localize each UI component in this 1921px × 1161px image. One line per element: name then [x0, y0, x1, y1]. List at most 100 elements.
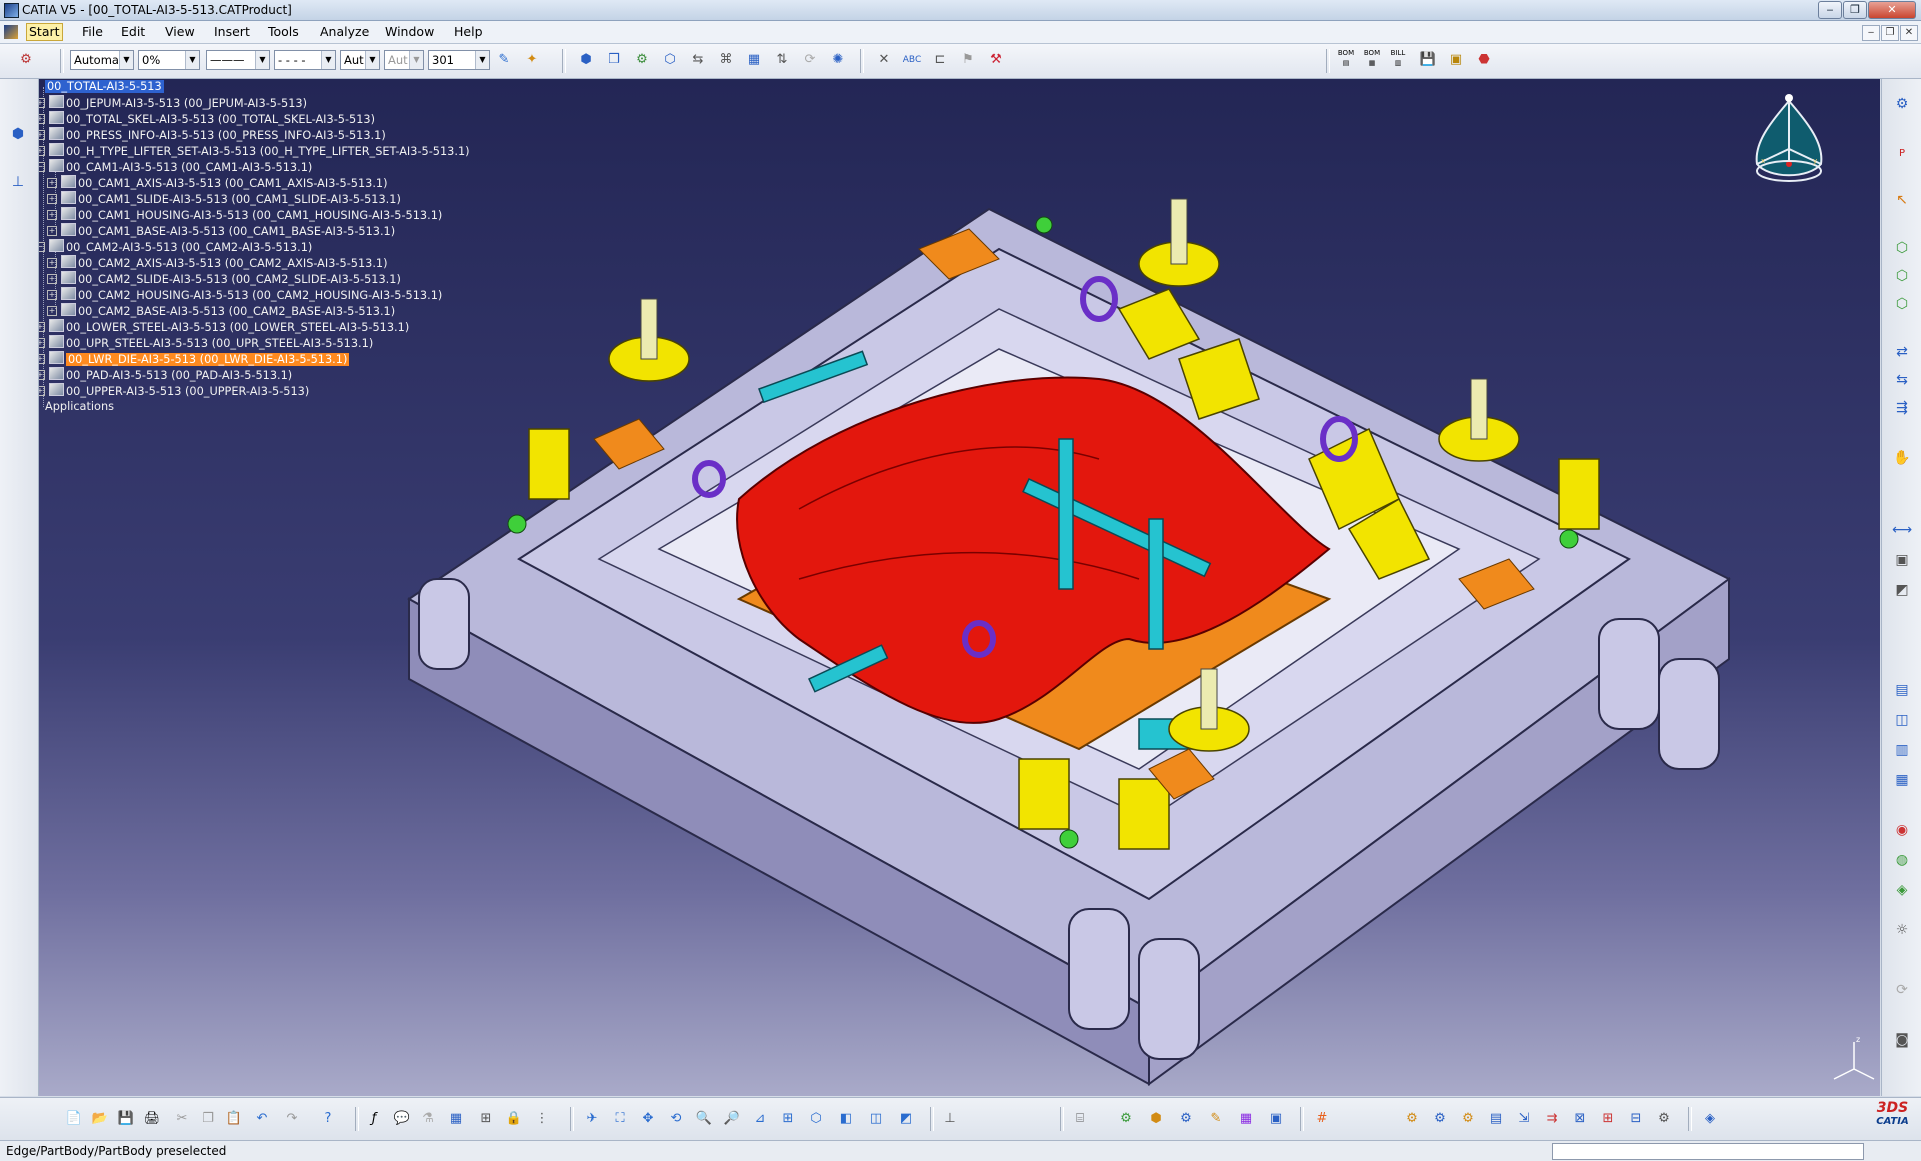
report-icon[interactable]: ▦ — [1891, 769, 1913, 791]
tree-node[interactable]: +00_CAM1_BASE-AI3-5-513 (00_CAM1_BASE-AI… — [47, 223, 395, 239]
expand-icon[interactable]: + — [39, 354, 45, 364]
restore-button[interactable]: ❐ — [1843, 1, 1867, 19]
color-combo[interactable]: Automa ▼ — [70, 50, 134, 70]
expand-icon[interactable]: + — [39, 146, 45, 156]
whats-this-icon[interactable]: ? — [318, 1109, 338, 1129]
expand-icon[interactable]: + — [39, 322, 45, 332]
offset-icon[interactable]: ⇲ — [1514, 1109, 1534, 1129]
new-icon[interactable]: 📄 — [64, 1109, 84, 1129]
linetype-combo[interactable]: ——— ▼ — [206, 50, 270, 70]
measure-icon[interactable]: ✕ — [874, 50, 894, 70]
grid-icon[interactable]: ⊥ — [940, 1109, 960, 1129]
expand-icon[interactable]: + — [39, 338, 45, 348]
menu-file[interactable]: File — [80, 24, 105, 40]
pattern-icon[interactable]: ▦ — [1236, 1109, 1256, 1129]
tree-node-highlighted[interactable]: +00_LWR_DIE-AI3-5-513 (00_LWR_DIE-AI3-5-… — [39, 351, 350, 367]
tree-node[interactable]: +00_UPR_STEEL-AI3-5-513 (00_UPR_STEEL-AI… — [39, 335, 373, 351]
analysis-icon[interactable]: ▣ — [1266, 1109, 1286, 1129]
quick-constraint-icon[interactable]: ⊞ — [1598, 1109, 1618, 1129]
minimize-button[interactable]: ‒ — [1818, 1, 1842, 19]
expand-icon[interactable]: + — [47, 178, 57, 188]
update-icon[interactable]: ⚙ — [1176, 1109, 1196, 1129]
number-combo[interactable]: 301 ▼ — [428, 50, 490, 70]
save-icon[interactable]: 💾 — [116, 1109, 136, 1129]
tree-node[interactable]: +00_UPPER-AI3-5-513 (00_UPPER-AI3-5-513) — [39, 383, 309, 399]
constraint-icon[interactable]: ⚙ — [1402, 1109, 1422, 1129]
compass-icon[interactable]: x y — [1739, 89, 1839, 199]
clash-icon[interactable]: ▣ — [1891, 549, 1913, 571]
pan-icon[interactable]: ✥ — [638, 1109, 658, 1129]
swap-visible-icon[interactable]: ◩ — [896, 1109, 916, 1129]
component-icon[interactable]: ⚙ — [632, 50, 652, 70]
distance-icon[interactable]: ⟷ — [1891, 519, 1913, 541]
catia-app-icon[interactable] — [4, 3, 19, 18]
menu-view[interactable]: View — [163, 24, 197, 40]
tree-node[interactable]: +00_LOWER_STEEL-AI3-5-513 (00_LOWER_STEE… — [39, 319, 409, 335]
expand-icon[interactable]: + — [47, 290, 57, 300]
table-icon[interactable]: ▦ — [446, 1109, 466, 1129]
component-icon[interactable]: ⚙ — [1891, 93, 1913, 115]
material-icon[interactable]: ◍ — [1891, 849, 1913, 871]
tree-node[interactable]: +00_CAM1_SLIDE-AI3-5-513 (00_CAM1_SLIDE-… — [47, 191, 401, 207]
hang-icon[interactable]: ⊥ — [7, 171, 29, 193]
explode-icon[interactable]: ⇶ — [1891, 397, 1913, 419]
collapse-icon[interactable]: − — [39, 162, 45, 172]
tree-node[interactable]: +00_PAD-AI3-5-513 (00_PAD-AI3-5-513.1) — [39, 367, 292, 383]
tree-node[interactable]: +00_CAM2_HOUSING-AI3-5-513 (00_CAM2_HOUS… — [47, 287, 442, 303]
expand-icon[interactable]: + — [47, 226, 57, 236]
layer2-combo[interactable]: Aut ▼ — [384, 50, 424, 70]
undo-icon[interactable]: ↶ — [252, 1109, 272, 1129]
menu-analyze[interactable]: Analyze — [318, 24, 371, 40]
section-icon[interactable]: ◩ — [1891, 579, 1913, 601]
expand-icon[interactable]: + — [39, 98, 45, 108]
fix-together-icon[interactable]: ⊠ — [1570, 1109, 1590, 1129]
redo-icon[interactable]: ↷ — [282, 1109, 302, 1129]
tree-node[interactable]: +00_CAM1_HOUSING-AI3-5-513 (00_CAM1_HOUS… — [47, 207, 442, 223]
rule-icon[interactable]: ⚗ — [418, 1109, 438, 1129]
save-icon[interactable]: 💾 — [1418, 50, 1438, 70]
flexible-rigid-icon[interactable]: ⊟ — [1626, 1109, 1646, 1129]
print-icon[interactable]: 🖨 — [142, 1109, 162, 1129]
publication-icon[interactable]: ▥ — [1891, 739, 1913, 761]
camera-icon[interactable]: ◙ — [1891, 1029, 1913, 1051]
add-constraint-icon[interactable]: ⬡ — [1891, 265, 1913, 287]
bom-table-icon[interactable]: BOM ▦ — [1362, 48, 1382, 68]
bom-icon[interactable]: BOM ▤ — [1336, 48, 1356, 68]
iso-view-icon[interactable]: ⬡ — [806, 1109, 826, 1129]
rotate-icon[interactable]: ⟲ — [666, 1109, 686, 1129]
multi-instantiation-icon[interactable]: ✺ — [828, 50, 848, 70]
tree-node[interactable]: +00_TOTAL_SKEL-AI3-5-513 (00_TOTAL_SKEL-… — [39, 111, 375, 127]
doc-close-button[interactable]: ✕ — [1900, 25, 1918, 41]
product-icon[interactable]: ⬢ — [576, 50, 596, 70]
annotation-icon[interactable]: ⊏ — [930, 50, 950, 70]
cut-icon[interactable]: ✂ — [172, 1109, 192, 1129]
part-icon[interactable]: ❒ — [604, 50, 624, 70]
tree-node[interactable]: − 00_CAM2-AI3-5-513 (00_CAM2-AI3-5-513.1) — [39, 239, 312, 255]
load-icon[interactable]: ⇅ — [772, 50, 792, 70]
scene-icon[interactable]: ▤ — [1891, 679, 1913, 701]
paint-brush-icon[interactable]: ✎ — [494, 50, 514, 70]
command-input[interactable] — [1552, 1143, 1864, 1160]
render-icon[interactable]: ◉ — [1891, 819, 1913, 841]
menu-insert[interactable]: Insert — [212, 24, 252, 40]
existing-component-icon[interactable]: ⬡ — [660, 50, 680, 70]
text-icon[interactable]: ABC — [902, 50, 922, 70]
add-constraint-icon[interactable]: ⬡ — [1891, 293, 1913, 315]
eraser-icon[interactable]: ◈ — [1700, 1109, 1720, 1129]
select-icon[interactable]: ↖ — [1891, 189, 1913, 211]
pdf-icon[interactable]: P — [1891, 143, 1913, 165]
zoom-in-icon[interactable]: 🔍 — [694, 1109, 714, 1129]
doc-minimize-button[interactable]: ‒ — [1862, 25, 1880, 41]
replace-component-icon[interactable]: ⇆ — [688, 50, 708, 70]
expand-icon[interactable]: + — [47, 258, 57, 268]
menu-tools[interactable]: Tools — [266, 24, 301, 40]
snap-icon[interactable]: ⇆ — [1891, 369, 1913, 391]
coincidence-icon[interactable]: ⚙ — [1458, 1109, 1478, 1129]
multi-view-icon[interactable]: ⊞ — [778, 1109, 798, 1129]
collapse-icon[interactable]: − — [39, 242, 45, 252]
flag-note-icon[interactable]: ⚑ — [958, 50, 978, 70]
normal-view-icon[interactable]: ⊿ — [750, 1109, 770, 1129]
paste-icon[interactable]: 📋 — [224, 1109, 244, 1129]
specification-tree[interactable]: 00_TOTAL-AI3-5-513 +00_JEPUM-AI3-5-513 (… — [39, 79, 559, 499]
tree-node[interactable]: +00_CAM2_AXIS-AI3-5-513 (00_CAM2_AXIS-AI… — [47, 255, 388, 271]
